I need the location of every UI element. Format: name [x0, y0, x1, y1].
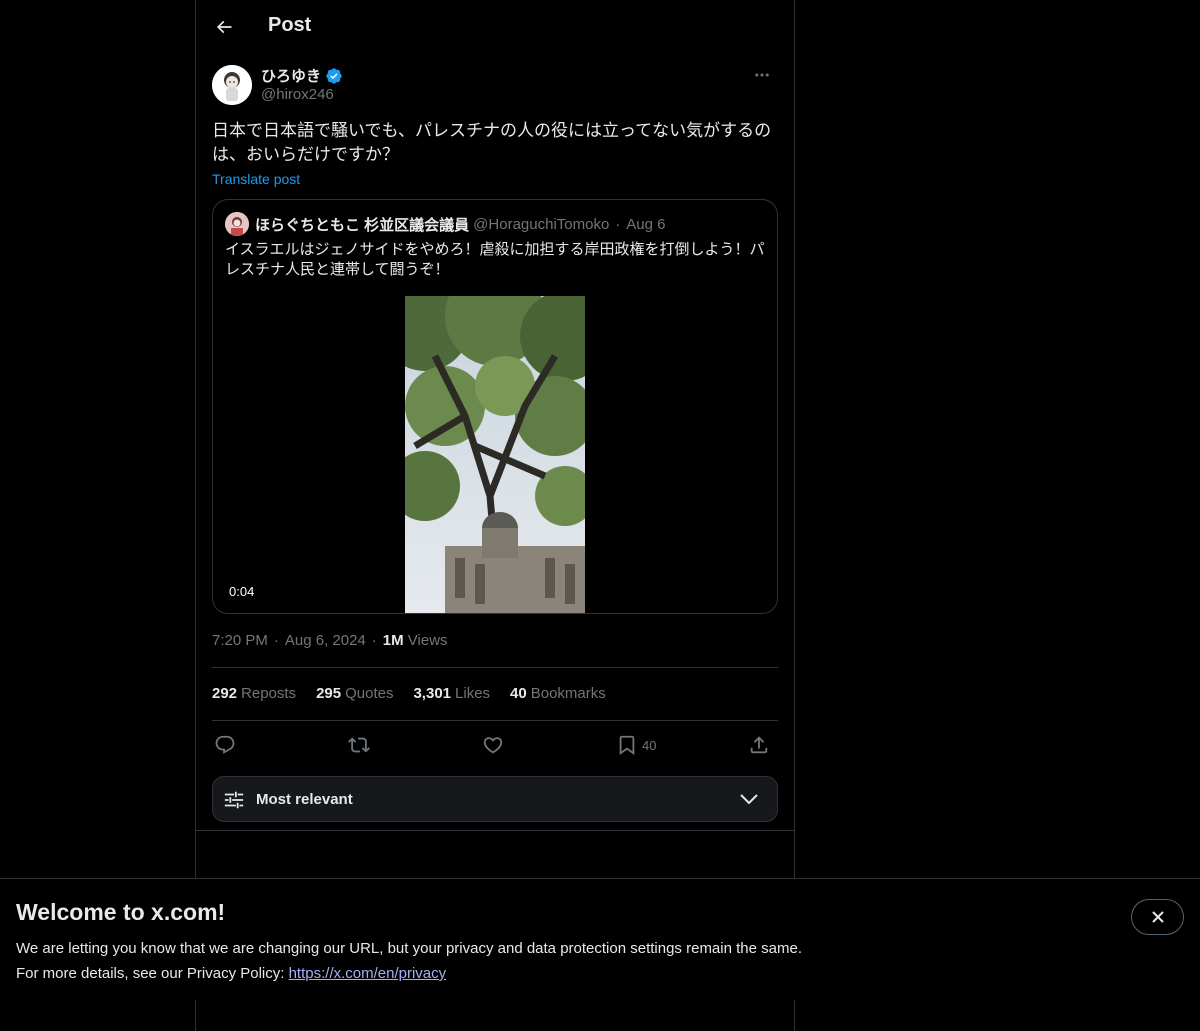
repost-icon — [348, 737, 370, 753]
tree-and-dome-photo — [405, 296, 585, 613]
video-duration-badge: 0:04 — [225, 582, 259, 601]
reposts-stat[interactable]: 292 Reposts — [212, 685, 296, 702]
views-count: 1M — [382, 632, 404, 649]
banner-text: We are letting you know that we are chan… — [16, 936, 802, 986]
post-metadata: 7:20 PM · Aug 6, 2024 · 1M Views — [212, 632, 448, 649]
repost-button[interactable] — [348, 732, 370, 758]
main-column: Post ひろゆき @hirox246 日本で日本語で騒いでも、パレスチナの人の… — [195, 0, 795, 1031]
privacy-policy-link[interactable]: https://x.com/en/privacy — [289, 965, 447, 982]
author-name-text: ひろゆき — [261, 68, 322, 85]
divider — [212, 667, 778, 668]
author-handle[interactable]: @hirox246 — [261, 86, 334, 103]
bookmark-button[interactable]: 40 — [616, 732, 656, 758]
quoted-date: Aug 6 — [626, 215, 666, 233]
stat-count: 40 — [510, 685, 527, 702]
stat-count: 292 — [212, 685, 238, 702]
reply-icon — [215, 735, 235, 754]
stat-count: 295 — [316, 685, 342, 702]
quoted-post-header: ほらぐちともこ 杉並区議会議員 @HoraguchiTomoko · Aug 6 — [225, 212, 666, 236]
quoted-video-thumbnail[interactable] — [405, 296, 585, 613]
share-button[interactable] — [748, 732, 770, 758]
post-time[interactable]: 7:20 PM — [212, 632, 268, 649]
close-banner-button[interactable] — [1131, 899, 1184, 935]
post-actions: 40 — [212, 732, 778, 758]
author-name[interactable]: ひろゆき — [261, 65, 343, 86]
close-icon — [1151, 911, 1164, 923]
post-stats: 292 Reposts 295 Quotes 3,301 Likes 40 Bookma… — [212, 685, 606, 702]
post-author: ひろゆき @hirox246 — [212, 64, 778, 108]
share-icon — [750, 736, 768, 754]
banner-title: Welcome to x.com! — [16, 899, 226, 925]
bookmark-count: 40 — [642, 737, 657, 753]
quoted-author-handle: @HoraguchiTomoko — [473, 215, 610, 233]
likes-stat[interactable]: 3,301 Likes — [413, 685, 490, 702]
quoted-separator: · — [615, 215, 621, 233]
reply-button[interactable] — [214, 732, 236, 758]
stat-label: Quotes — [345, 685, 394, 702]
banner-line-2-prefix: For more details, see our Privacy Policy… — [16, 965, 289, 982]
stat-label: Likes — [455, 685, 491, 702]
banner-line-1: We are letting you know that we are chan… — [16, 940, 802, 957]
more-dots-icon — [755, 73, 769, 77]
page-title: Post — [268, 14, 312, 36]
divider — [212, 720, 778, 721]
bookmarks-stat[interactable]: 40 Bookmarks — [510, 685, 606, 702]
back-button[interactable] — [208, 11, 240, 43]
divider — [196, 830, 794, 831]
quoted-author-name: ほらぐちともこ 杉並区議会議員 — [255, 216, 470, 234]
author-avatar[interactable] — [212, 65, 252, 105]
quoted-author-avatar — [225, 212, 249, 236]
views: 1M Views — [383, 632, 448, 649]
welcome-banner: Welcome to x.com! We are letting you kno… — [0, 878, 1200, 1000]
stat-count: 3,301 — [413, 685, 452, 702]
views-label: Views — [407, 632, 448, 649]
like-button[interactable] — [482, 732, 504, 758]
banner-line-2: For more details, see our Privacy Policy… — [16, 961, 802, 986]
stat-label: Bookmarks — [530, 685, 606, 702]
meta-separator: · — [273, 632, 279, 649]
chevron-down-icon — [740, 794, 758, 805]
quoted-post-text: イスラエルはジェノサイドをやめろ！虐殺に加担する岸田政権を打倒しよう！パレスチナ… — [225, 241, 765, 278]
sliders-icon — [224, 791, 244, 809]
bookmark-icon — [619, 735, 635, 756]
post-text: 日本で日本語で騒いでも、パレスチナの人の役には立ってない気がするのは、おいらだけ… — [212, 121, 772, 164]
quoted-post[interactable]: ほらぐちともこ 杉並区議会議員 @HoraguchiTomoko · Aug 6… — [212, 199, 778, 614]
verified-badge-icon — [326, 67, 342, 84]
sort-label: Most relevant — [256, 791, 353, 808]
translate-post-link[interactable]: Translate post — [212, 171, 300, 187]
reply-sort-dropdown[interactable]: Most relevant — [212, 776, 778, 822]
post-date[interactable]: Aug 6, 2024 — [285, 632, 366, 649]
stat-label: Reposts — [241, 685, 297, 702]
quotes-stat[interactable]: 295 Quotes — [316, 685, 393, 702]
meta-separator: · — [371, 632, 377, 649]
like-icon — [483, 737, 503, 754]
back-arrow-icon — [216, 20, 232, 34]
more-options-button[interactable] — [746, 64, 778, 86]
page-header: Post — [196, 0, 794, 54]
avatar-illustration — [212, 65, 252, 105]
